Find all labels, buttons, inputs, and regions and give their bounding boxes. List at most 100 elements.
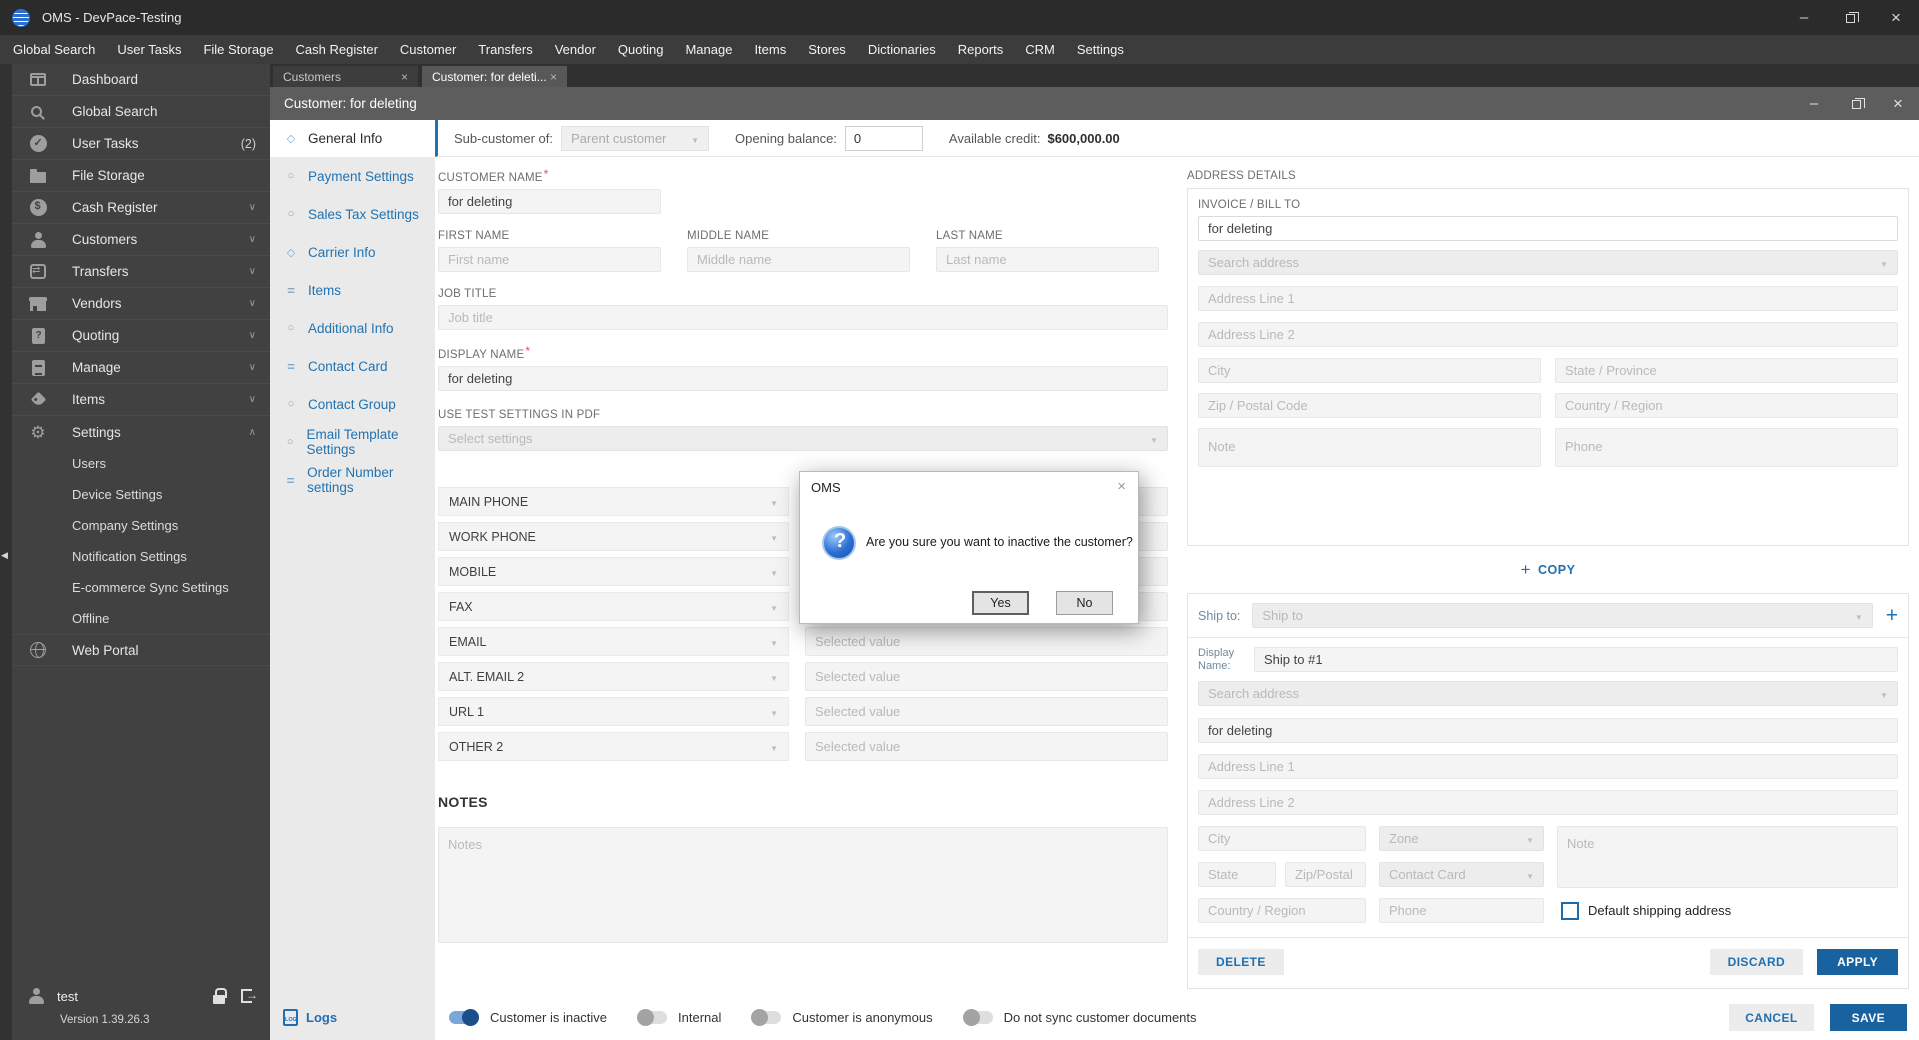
menu-reports[interactable]: Reports [947, 35, 1015, 64]
invoice-zip-input[interactable] [1198, 393, 1541, 418]
sidebar-item-settings[interactable]: Settings [12, 416, 270, 448]
sidebar-item-manage[interactable]: Manage [12, 352, 270, 384]
copy-address-button[interactable]: COPY [1521, 560, 1576, 580]
sidebar-item-quoting[interactable]: Quoting [12, 320, 270, 352]
alt-email-2-value-input[interactable] [805, 662, 1168, 691]
opening-balance-input[interactable] [844, 125, 923, 151]
ship-to-name-input[interactable] [1198, 718, 1898, 744]
menu-file-storage[interactable]: File Storage [192, 35, 284, 64]
logout-icon[interactable] [241, 988, 258, 1003]
ship-to-search-address-select[interactable]: Search address [1198, 681, 1898, 707]
nav-contact-card[interactable]: Contact Card [270, 347, 435, 385]
email-value-input[interactable] [805, 627, 1168, 656]
invoice-state-input[interactable] [1555, 358, 1898, 383]
menu-crm[interactable]: CRM [1014, 35, 1066, 64]
ship-to-state-input[interactable] [1198, 862, 1276, 888]
job-title-input[interactable] [438, 305, 1168, 330]
yes-button[interactable]: Yes [972, 591, 1029, 615]
main-phone-type-select[interactable]: MAIN PHONE [438, 487, 789, 516]
default-shipping-checkbox[interactable] [1561, 901, 1579, 920]
sidebar-item-user-tasks[interactable]: User Tasks(2) [12, 128, 270, 160]
fax-type-select[interactable]: FAX [438, 592, 789, 621]
ship-to-city-input[interactable] [1198, 826, 1366, 852]
no-button[interactable]: No [1056, 591, 1113, 615]
pdf-settings-select[interactable]: Select settings [438, 426, 1168, 451]
lock-icon[interactable] [213, 988, 227, 1004]
ship-to-zone-select[interactable]: Zone [1379, 826, 1544, 852]
inner-minimize-button[interactable] [1793, 87, 1835, 120]
ship-to-zip-input[interactable] [1285, 862, 1366, 888]
invoice-city-input[interactable] [1198, 358, 1541, 383]
inner-restore-button[interactable] [1835, 87, 1877, 120]
sidebar-item-vendors[interactable]: Vendors [12, 288, 270, 320]
sidebar-item-customers[interactable]: Customers [12, 224, 270, 256]
url-1-value-input[interactable] [805, 697, 1168, 726]
minimize-button[interactable] [1781, 0, 1827, 35]
ship-to-address-line-1-input[interactable] [1198, 754, 1898, 780]
invoice-country-input[interactable] [1555, 393, 1898, 418]
menu-dictionaries[interactable]: Dictionaries [857, 35, 947, 64]
nav-payment-settings[interactable]: Payment Settings [270, 157, 435, 195]
sidebar-item-device-settings[interactable]: Device Settings [12, 479, 270, 510]
menu-user-tasks[interactable]: User Tasks [106, 35, 192, 64]
sidebar-collapse-strip[interactable] [0, 64, 12, 1040]
sidebar-item-web-portal[interactable]: Web Portal [12, 634, 270, 666]
close-button[interactable] [1873, 0, 1919, 35]
sidebar-item-transfers[interactable]: Transfers [12, 256, 270, 288]
inner-close-button[interactable] [1877, 87, 1919, 120]
parent-customer-select[interactable]: Parent customer [561, 125, 709, 151]
nav-additional-info[interactable]: Additional Info [270, 309, 435, 347]
sidebar-item-offline[interactable]: Offline [12, 603, 270, 634]
notes-textarea[interactable] [438, 827, 1168, 943]
discard-button[interactable]: DISCARD [1709, 949, 1804, 976]
menu-vendor[interactable]: Vendor [544, 35, 607, 64]
invoice-address-line-1-input[interactable] [1198, 286, 1898, 311]
menu-stores[interactable]: Stores [797, 35, 857, 64]
alt-email-2-type-select[interactable]: ALT. EMAIL 2 [438, 662, 789, 691]
add-ship-to-button[interactable] [1886, 604, 1898, 628]
last-name-input[interactable] [936, 247, 1159, 272]
nav-general-info[interactable]: General Info [270, 120, 435, 157]
close-icon[interactable] [401, 70, 408, 84]
ship-to-contact-card-select[interactable]: Contact Card [1379, 862, 1544, 888]
invoice-address-line-2-input[interactable] [1198, 322, 1898, 347]
nav-sales-tax-settings[interactable]: Sales Tax Settings [270, 195, 435, 233]
mobile-type-select[interactable]: MOBILE [438, 557, 789, 586]
logs-button[interactable]: Logs [270, 995, 435, 1040]
ship-to-phone-input[interactable] [1379, 898, 1544, 924]
nav-carrier-info[interactable]: Carrier Info [270, 233, 435, 271]
invoice-note-input[interactable] [1198, 428, 1541, 467]
menu-quoting[interactable]: Quoting [607, 35, 675, 64]
sidebar-item-global-search[interactable]: Global Search [12, 96, 270, 128]
dialog-close-icon[interactable] [1117, 478, 1126, 495]
sidebar-item-file-storage[interactable]: File Storage [12, 160, 270, 192]
customer-is-anonymous-toggle[interactable]: Customer is anonymous [751, 1009, 933, 1026]
nav-contact-group[interactable]: Contact Group [270, 385, 435, 423]
menu-settings[interactable]: Settings [1066, 35, 1135, 64]
internal-toggle[interactable]: Internal [637, 1009, 721, 1026]
tab-customers[interactable]: Customers [273, 66, 418, 87]
sidebar-item-items[interactable]: Items [12, 384, 270, 416]
nav-items[interactable]: Items [270, 271, 435, 309]
menu-global-search[interactable]: Global Search [2, 35, 106, 64]
ship-to-display-name-input[interactable] [1254, 647, 1898, 673]
nav-email-template-settings[interactable]: Email Template Settings [270, 423, 435, 461]
sidebar-item-ecommerce-sync-settings[interactable]: E-commerce Sync Settings [12, 572, 270, 603]
other-2-type-select[interactable]: OTHER 2 [438, 732, 789, 761]
do-not-sync-toggle[interactable]: Do not sync customer documents [962, 1009, 1197, 1026]
sidebar-item-company-settings[interactable]: Company Settings [12, 510, 270, 541]
cancel-button[interactable]: CANCEL [1729, 1004, 1814, 1031]
ship-to-country-input[interactable] [1198, 898, 1366, 924]
first-name-input[interactable] [438, 247, 661, 272]
other-2-value-input[interactable] [805, 732, 1168, 761]
invoice-name-input[interactable] [1198, 216, 1898, 241]
close-icon[interactable] [550, 70, 557, 84]
apply-button[interactable]: APPLY [1817, 949, 1898, 976]
customer-is-inactive-toggle[interactable]: Customer is inactive [449, 1009, 607, 1026]
menu-customer[interactable]: Customer [389, 35, 467, 64]
sidebar-item-dashboard[interactable]: Dashboard [12, 64, 270, 96]
delete-button[interactable]: DELETE [1198, 949, 1284, 976]
email-type-select[interactable]: EMAIL [438, 627, 789, 656]
restore-button[interactable] [1827, 0, 1873, 35]
sidebar-item-cash-register[interactable]: Cash Register [12, 192, 270, 224]
